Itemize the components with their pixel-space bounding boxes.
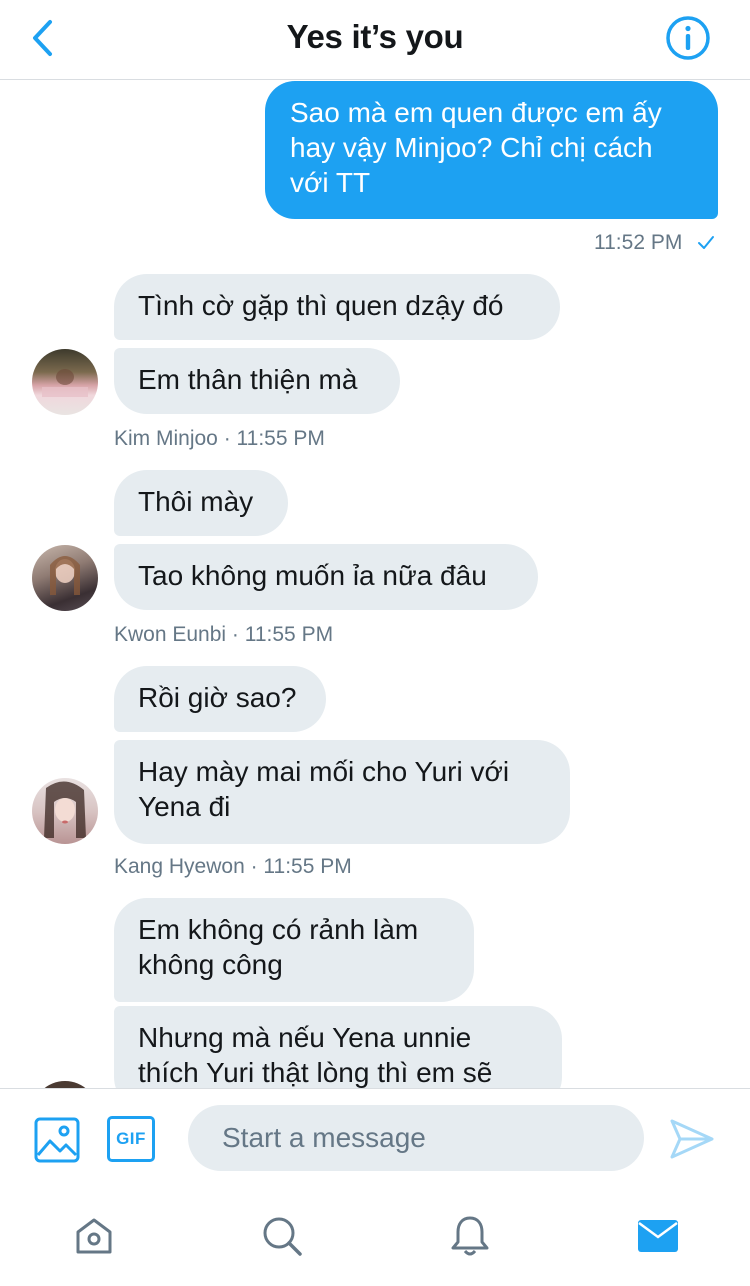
conversation-title[interactable]: Yes it’s you bbox=[0, 18, 750, 56]
tab-home[interactable] bbox=[64, 1208, 124, 1264]
send-icon bbox=[670, 1119, 714, 1159]
mail-icon bbox=[638, 1220, 678, 1252]
incoming-message[interactable]: Nhưng mà nếu Yena unnie thích Yuri thật … bbox=[114, 1006, 562, 1088]
incoming-message[interactable]: Hay mày mai mối cho Yuri với Yena đi bbox=[114, 740, 570, 844]
message-input[interactable] bbox=[188, 1105, 644, 1171]
sender-meta: Kwon Eunbi · 11:55 PM bbox=[114, 623, 334, 646]
avatar[interactable] bbox=[32, 545, 98, 611]
gif-button[interactable]: GIF bbox=[107, 1116, 155, 1162]
checkmark-icon bbox=[698, 236, 714, 249]
avatar[interactable] bbox=[32, 1081, 98, 1088]
info-icon bbox=[666, 16, 710, 60]
message-composer: GIF bbox=[0, 1088, 750, 1188]
sender-meta: Kim Minjoo · 11:55 PM bbox=[114, 427, 325, 450]
message-list[interactable]: Sao mà em quen được em ấy hay vậy Minjoo… bbox=[0, 81, 750, 1088]
incoming-message[interactable]: Em không có rảnh làm không công bbox=[114, 898, 474, 1002]
outgoing-message[interactable]: Sao mà em quen được em ấy hay vậy Minjoo… bbox=[265, 81, 718, 219]
image-button[interactable] bbox=[34, 1117, 80, 1163]
avatar[interactable] bbox=[32, 349, 98, 415]
avatar[interactable] bbox=[32, 778, 98, 844]
incoming-message[interactable]: Rồi giờ sao? bbox=[114, 666, 326, 732]
tab-notifications[interactable] bbox=[440, 1208, 500, 1264]
incoming-message[interactable]: Tao không muốn ỉa nữa đâu bbox=[114, 544, 538, 610]
incoming-message[interactable]: Thôi mày bbox=[114, 470, 288, 536]
conversation-header: Yes it’s you bbox=[0, 0, 750, 80]
send-button[interactable] bbox=[668, 1117, 716, 1161]
tab-bar bbox=[0, 1188, 750, 1286]
tab-messages[interactable] bbox=[628, 1208, 688, 1264]
outgoing-timestamp: 11:52 PM bbox=[594, 231, 683, 254]
home-icon bbox=[76, 1218, 112, 1254]
tab-search[interactable] bbox=[252, 1208, 312, 1264]
gif-label: GIF bbox=[116, 1129, 146, 1148]
incoming-message[interactable]: Tình cờ gặp thì quen dzậy đó bbox=[114, 274, 560, 340]
info-button[interactable] bbox=[664, 14, 712, 62]
search-icon bbox=[263, 1217, 302, 1256]
bell-icon bbox=[451, 1216, 489, 1256]
incoming-message[interactable]: Em thân thiện mà bbox=[114, 348, 400, 414]
image-icon bbox=[34, 1117, 80, 1163]
sender-meta: Kang Hyewon · 11:55 PM bbox=[114, 855, 352, 878]
